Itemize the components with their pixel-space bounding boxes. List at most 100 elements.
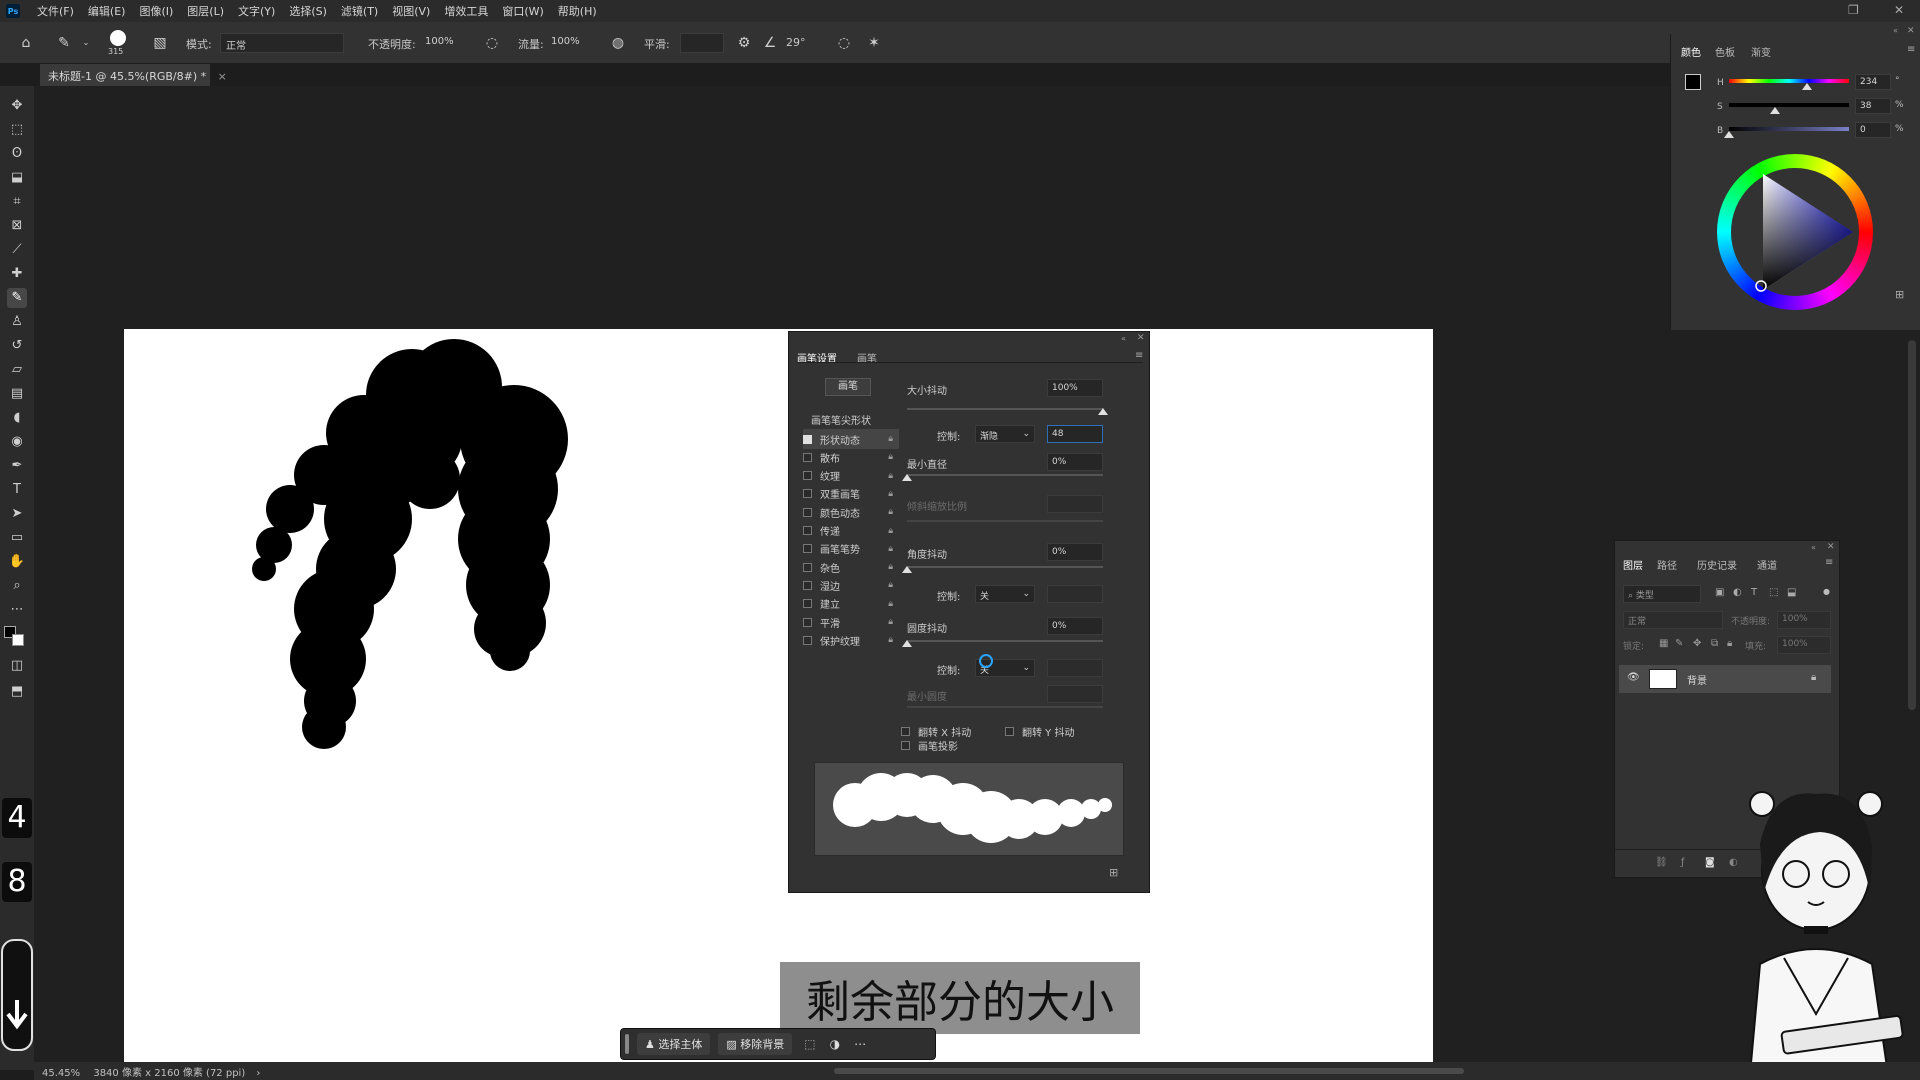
menu-file[interactable]: 文件(F) [30,3,81,19]
frame-tool-icon[interactable]: ⊠ [7,216,27,236]
filter-smart-icon[interactable]: ⬓ [1787,587,1796,598]
lock-transparent-icon[interactable]: ▦ [1659,638,1668,649]
brush-option-lock-icon[interactable]: 🔒︎ [888,580,893,590]
rectangle-tool-icon[interactable]: ▭ [7,528,27,548]
path-select-tool-icon[interactable]: ➤ [7,504,27,524]
brush-tool-icon[interactable]: ✎ [7,288,27,308]
tab-layers[interactable]: 图层 [1623,557,1643,572]
type-tool-icon[interactable]: T [7,480,27,500]
angle-control-select[interactable]: 关 ⌄ [975,585,1035,603]
screen-mode-icon[interactable]: ⬒ [7,682,27,702]
roundness-jitter-slider[interactable] [902,640,1103,647]
mask-icon[interactable]: ◑ [830,1037,840,1051]
foreground-color-swatch[interactable] [1685,74,1701,90]
roundness-jitter-thumb[interactable] [902,640,912,647]
filter-type-icon[interactable]: T [1751,587,1757,598]
gradient-tool-icon[interactable]: ▤ [7,384,27,404]
tab-channels[interactable]: 通道 [1757,557,1777,572]
filter-shape-icon[interactable]: ⬚ [1769,587,1778,598]
brush-option-checkbox[interactable] [803,562,812,572]
quick-mask-icon[interactable]: ◫ [7,656,27,676]
link-layers-icon[interactable]: ⛓ [1655,857,1668,868]
brush-tool-icon[interactable]: ✎ [54,33,74,53]
lock-position-icon[interactable]: ✥ [1693,638,1701,649]
fade-steps-input[interactable]: 48 [1047,425,1103,443]
hue-slider[interactable] [1729,79,1849,90]
brush-tip-shape-item[interactable]: 画笔笔尖形状 [811,412,871,427]
angle-jitter-slider[interactable] [902,566,1103,573]
brush-option-checkbox[interactable] [803,617,812,627]
filter-toggle-icon[interactable]: ● [1823,587,1830,596]
size-jitter-slider[interactable] [907,408,1108,415]
mode-select[interactable]: 正常 [220,33,344,53]
eyedropper-tool-icon[interactable]: ⟋ [7,240,27,260]
layer-fill-input[interactable]: 100% [1777,636,1831,654]
brush-option-row[interactable]: 杂色 🔒︎ [803,557,899,577]
pressure-size-icon[interactable]: ◌ [834,33,854,53]
panel-menu-icon[interactable]: ≡ [1907,44,1915,55]
brush-option-lock-icon[interactable]: 🔒︎ [888,617,893,627]
close-tab-icon[interactable]: × [218,70,227,83]
brush-option-row[interactable]: 建立 🔒︎ [803,594,899,614]
canvas[interactable] [124,329,1433,1070]
min-diameter-input[interactable]: 0% [1047,453,1103,471]
collapse-panel-icon[interactable]: « [1121,334,1126,343]
more-tools-icon[interactable]: ⋯ [7,600,27,620]
panel-menu-icon[interactable]: ≡ [1825,557,1833,568]
brush-option-checkbox[interactable] [803,635,812,645]
brush-option-checkbox[interactable] [803,526,812,535]
zoom-level[interactable]: 45.45% [42,1068,80,1079]
panel-menu-icon[interactable]: ≡ [1135,350,1143,361]
more-options-icon[interactable]: ⋯ [854,1037,866,1051]
brush-option-lock-icon[interactable]: 🔒︎ [888,544,893,554]
brush-option-row[interactable]: 双重画笔 🔒︎ [803,484,899,504]
filter-adjustment-icon[interactable]: ◐ [1733,587,1742,598]
horizontal-scrollbar[interactable] [834,1068,1464,1074]
transform-icon[interactable]: ⬚ [804,1037,815,1051]
angle-value[interactable]: 29° [786,36,806,49]
brush-option-row[interactable]: 湿边 🔒︎ [803,575,899,595]
brush-option-lock-icon[interactable]: 🔒︎ [888,471,893,481]
select-subject-button[interactable]: ♟ 选择主体 [637,1033,711,1055]
visibility-eye-icon[interactable]: 👁︎ [1627,672,1640,683]
expand-color-icon[interactable]: ⊞ [1895,288,1904,301]
filter-pixel-icon[interactable]: ▣ [1715,587,1724,598]
tab-paths[interactable]: 路径 [1657,557,1677,572]
tab-history[interactable]: 历史记录 [1697,557,1737,572]
brush-option-row[interactable]: 散布 🔒︎ [803,447,899,467]
brush-option-row[interactable]: 传递 🔒︎ [803,521,899,541]
gear-icon[interactable]: ⚙ [734,33,754,53]
menu-window[interactable]: 窗口(W) [495,3,550,19]
brush-option-lock-icon[interactable]: 🔒︎ [888,434,893,444]
flip-y-checkbox[interactable]: 翻转 Y 抖动 [1005,724,1074,739]
status-arrow-icon[interactable]: › [256,1068,260,1079]
menu-plugins[interactable]: 增效工具 [437,3,495,19]
brush-option-row[interactable]: 平滑 🔒︎ [803,612,899,632]
roundness-jitter-input[interactable]: 0% [1047,617,1103,635]
zoom-tool-icon[interactable]: ⌕ [7,576,27,596]
menu-edit[interactable]: 编辑(E) [81,3,133,19]
brush-preset-picker[interactable] [110,30,126,46]
brush-option-checkbox[interactable] [803,489,812,499]
brush-option-lock-icon[interactable]: 🔒︎ [888,562,893,572]
history-brush-tool-icon[interactable]: ↺ [7,336,27,356]
restore-window-icon[interactable]: ❐ [1848,3,1859,17]
vertical-scrollbar[interactable] [1908,340,1916,710]
hand-tool-icon[interactable]: ✋ [7,552,27,572]
blend-mode-select[interactable]: 正常 [1623,611,1723,629]
brush-option-row[interactable]: 颜色动态 🔒︎ [803,502,899,522]
object-select-tool-icon[interactable]: ⬓ [7,168,27,188]
layer-row-background[interactable]: 👁︎ 背景 🔒︎ [1619,665,1831,693]
size-jitter-thumb[interactable] [1098,408,1108,415]
home-icon[interactable]: ⌂ [16,33,36,53]
brush-option-checkbox[interactable] [803,507,812,517]
angle-jitter-thumb[interactable] [902,566,912,573]
flow-input[interactable]: 100% [546,33,596,53]
pen-tool-icon[interactable]: ✒ [7,456,27,476]
brush-option-checkbox[interactable] [803,471,812,481]
menu-view[interactable]: 视图(V) [385,3,437,19]
layer-filter-select[interactable]: ⌕ 类型 [1623,585,1701,603]
brush-option-row[interactable]: 形状动态 🔒︎ [803,429,899,449]
add-mask-icon[interactable]: ◙ [1705,857,1715,868]
color-wheel[interactable] [1717,154,1873,310]
